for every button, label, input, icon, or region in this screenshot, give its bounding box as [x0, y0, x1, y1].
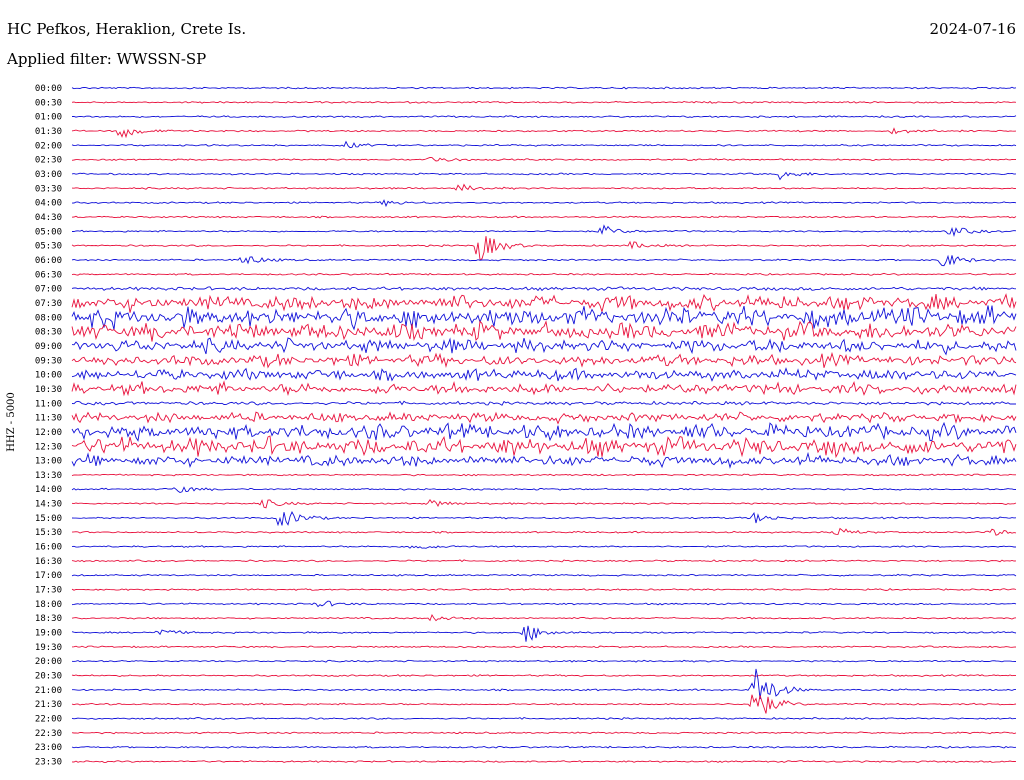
trace-line	[71, 320, 1017, 342]
trace-line	[71, 100, 1017, 104]
trace-line	[71, 645, 1017, 649]
row-time-label: 22:00	[35, 715, 62, 725]
row-time-label: 20:00	[35, 657, 62, 667]
row-time-label: 02:30	[35, 156, 62, 166]
row-time-label: 10:00	[35, 371, 62, 381]
trace-line	[71, 400, 1017, 406]
row-time-label: 03:00	[35, 170, 62, 180]
row-time-label: 06:00	[35, 256, 62, 266]
row-time-label: 01:00	[35, 113, 62, 123]
row-time-label: 18:30	[35, 614, 62, 624]
trace-line	[71, 486, 1017, 494]
row-time-label: 05:30	[35, 242, 62, 252]
trace-line	[71, 498, 1017, 509]
trace-line	[71, 600, 1017, 608]
row-time-label: 05:00	[35, 227, 62, 237]
row-time-label: 12:30	[35, 442, 62, 452]
row-time-label: 18:00	[35, 600, 62, 610]
row-time-label: 15:00	[35, 514, 62, 524]
trace-line	[71, 293, 1017, 314]
trace-line	[71, 435, 1017, 459]
row-time-label: 08:00	[35, 313, 62, 323]
trace-line	[72, 224, 1017, 238]
trace-line	[71, 86, 1017, 90]
row-time-label: 13:30	[35, 471, 62, 481]
trace-line	[71, 659, 1017, 663]
trace-line	[71, 731, 1017, 735]
row-time-label: 07:00	[35, 285, 62, 295]
row-time-label: 14:30	[35, 500, 62, 510]
row-time-label: 19:00	[35, 629, 62, 639]
row-time-label: 20:30	[35, 672, 62, 682]
row-time-label: 00:00	[35, 84, 62, 94]
trace-line	[71, 527, 1017, 536]
trace-line	[71, 337, 1017, 356]
trace-line	[71, 199, 1017, 208]
trace-line	[71, 272, 1017, 276]
trace-line	[71, 745, 1017, 749]
trace-line	[71, 573, 1017, 577]
trace-line	[71, 171, 1017, 181]
trace-line	[71, 694, 1017, 714]
row-time-label: 17:00	[35, 571, 62, 581]
trace-line	[71, 451, 1017, 469]
row-time-label: 01:30	[35, 127, 62, 137]
trace-line	[71, 156, 1017, 162]
trace-line	[72, 668, 1017, 700]
row-time-label: 00:30	[35, 98, 62, 108]
row-time-label: 11:00	[35, 399, 62, 409]
row-time-label: 09:00	[35, 342, 62, 352]
trace-line	[71, 215, 1017, 219]
trace-line	[71, 674, 1016, 678]
trace-line	[71, 236, 1017, 261]
row-time-label: 12:00	[35, 428, 62, 438]
trace-line	[71, 286, 1017, 292]
trace-line	[71, 545, 1016, 549]
trace-line	[71, 115, 1017, 119]
trace-line	[71, 140, 1017, 149]
row-time-label: 04:00	[35, 199, 62, 209]
row-time-label: 16:00	[35, 543, 62, 553]
trace-line	[71, 510, 1017, 527]
row-time-label: 10:30	[35, 385, 62, 395]
trace-line	[71, 760, 1017, 763]
row-time-label: 23:00	[35, 743, 62, 753]
trace-line	[71, 127, 1017, 139]
row-time-label: 17:30	[35, 586, 62, 596]
trace-line	[71, 625, 1017, 642]
row-time-label: 19:30	[35, 643, 62, 653]
trace-line	[71, 559, 1017, 563]
row-time-label: 22:30	[35, 729, 62, 739]
trace-line	[71, 411, 1017, 425]
row-time-label: 04:30	[35, 213, 62, 223]
trace-line	[71, 614, 1017, 622]
seismogram-plot: 00:00 00:30 01:00 01:30 02:00 02:30 03:00 03:30…	[35, 84, 1017, 768]
trace-line	[71, 351, 1017, 369]
trace-line	[71, 421, 1017, 442]
trace-line	[71, 588, 1017, 591]
row-time-label: 15:30	[35, 528, 62, 538]
row-time-label: 09:30	[35, 356, 62, 366]
row-time-label: 03:30	[35, 184, 62, 194]
trace-line	[71, 254, 1017, 267]
trace-line	[71, 367, 1017, 382]
trace-line	[71, 380, 1017, 397]
row-time-label: 11:30	[35, 414, 62, 424]
row-time-label: 21:30	[35, 700, 62, 710]
trace-line	[71, 183, 1017, 192]
row-time-label: 08:30	[35, 328, 62, 338]
row-time-label: 23:30	[35, 758, 62, 768]
row-time-label: 16:30	[35, 557, 62, 567]
trace-line	[71, 473, 1016, 477]
row-time-label: 06:30	[35, 270, 62, 280]
row-time-label: 02:00	[35, 141, 62, 151]
trace-line	[71, 716, 1016, 721]
row-time-label: 14:00	[35, 485, 62, 495]
row-time-label: 13:00	[35, 457, 62, 467]
row-time-label: 07:30	[35, 299, 62, 309]
row-time-label: 21:00	[35, 686, 62, 696]
